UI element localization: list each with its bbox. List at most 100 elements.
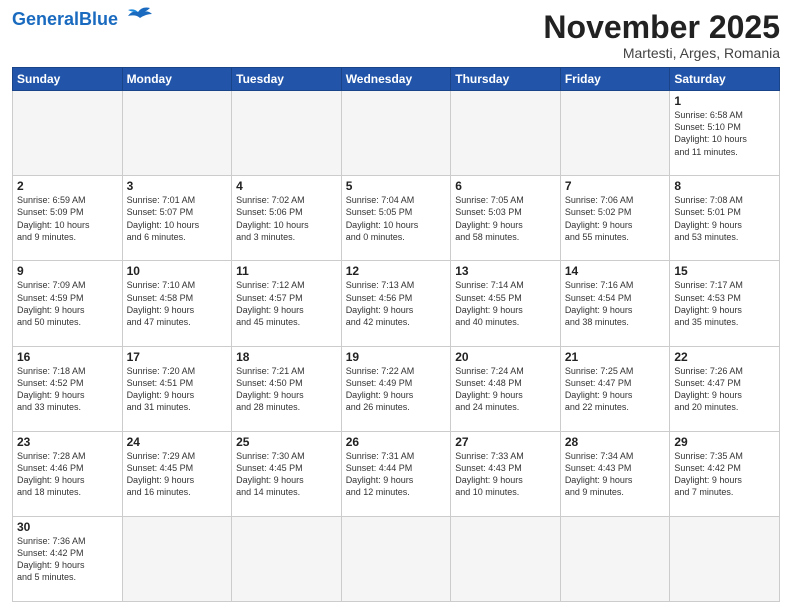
calendar-cell: 1Sunrise: 6:58 AM Sunset: 5:10 PM Daylig… [670,91,780,176]
weekday-header-friday: Friday [560,68,670,91]
calendar-cell [232,516,342,601]
day-number: 1 [674,94,775,108]
day-info: Sunrise: 7:26 AM Sunset: 4:47 PM Dayligh… [674,365,775,414]
calendar-cell: 11Sunrise: 7:12 AM Sunset: 4:57 PM Dayli… [232,261,342,346]
calendar-cell: 17Sunrise: 7:20 AM Sunset: 4:51 PM Dayli… [122,346,232,431]
day-info: Sunrise: 7:30 AM Sunset: 4:45 PM Dayligh… [236,450,337,499]
calendar-cell: 21Sunrise: 7:25 AM Sunset: 4:47 PM Dayli… [560,346,670,431]
title-section: November 2025 Martesti, Arges, Romania [543,10,780,61]
weekday-header-wednesday: Wednesday [341,68,451,91]
calendar-cell: 13Sunrise: 7:14 AM Sunset: 4:55 PM Dayli… [451,261,561,346]
day-info: Sunrise: 7:01 AM Sunset: 5:07 PM Dayligh… [127,194,228,243]
day-number: 20 [455,350,556,364]
calendar-cell: 30Sunrise: 7:36 AM Sunset: 4:42 PM Dayli… [13,516,123,601]
day-number: 2 [17,179,118,193]
calendar-cell: 6Sunrise: 7:05 AM Sunset: 5:03 PM Daylig… [451,176,561,261]
day-info: Sunrise: 7:05 AM Sunset: 5:03 PM Dayligh… [455,194,556,243]
calendar-cell: 16Sunrise: 7:18 AM Sunset: 4:52 PM Dayli… [13,346,123,431]
calendar-cell: 22Sunrise: 7:26 AM Sunset: 4:47 PM Dayli… [670,346,780,431]
calendar-cell: 3Sunrise: 7:01 AM Sunset: 5:07 PM Daylig… [122,176,232,261]
calendar-cell: 29Sunrise: 7:35 AM Sunset: 4:42 PM Dayli… [670,431,780,516]
day-info: Sunrise: 7:12 AM Sunset: 4:57 PM Dayligh… [236,279,337,328]
day-number: 30 [17,520,118,534]
logo: GeneralBlue [12,10,156,28]
day-number: 10 [127,264,228,278]
calendar-cell [122,91,232,176]
calendar-cell: 12Sunrise: 7:13 AM Sunset: 4:56 PM Dayli… [341,261,451,346]
day-info: Sunrise: 7:29 AM Sunset: 4:45 PM Dayligh… [127,450,228,499]
day-info: Sunrise: 7:31 AM Sunset: 4:44 PM Dayligh… [346,450,447,499]
day-info: Sunrise: 7:24 AM Sunset: 4:48 PM Dayligh… [455,365,556,414]
day-number: 18 [236,350,337,364]
day-info: Sunrise: 7:16 AM Sunset: 4:54 PM Dayligh… [565,279,666,328]
calendar-cell: 9Sunrise: 7:09 AM Sunset: 4:59 PM Daylig… [13,261,123,346]
day-info: Sunrise: 7:36 AM Sunset: 4:42 PM Dayligh… [17,535,118,584]
day-info: Sunrise: 7:18 AM Sunset: 4:52 PM Dayligh… [17,365,118,414]
calendar-cell [670,516,780,601]
day-number: 17 [127,350,228,364]
day-info: Sunrise: 7:25 AM Sunset: 4:47 PM Dayligh… [565,365,666,414]
day-number: 4 [236,179,337,193]
day-number: 26 [346,435,447,449]
day-info: Sunrise: 7:10 AM Sunset: 4:58 PM Dayligh… [127,279,228,328]
day-info: Sunrise: 7:13 AM Sunset: 4:56 PM Dayligh… [346,279,447,328]
calendar-cell: 14Sunrise: 7:16 AM Sunset: 4:54 PM Dayli… [560,261,670,346]
weekday-header-sunday: Sunday [13,68,123,91]
calendar-cell: 8Sunrise: 7:08 AM Sunset: 5:01 PM Daylig… [670,176,780,261]
day-info: Sunrise: 7:08 AM Sunset: 5:01 PM Dayligh… [674,194,775,243]
day-number: 13 [455,264,556,278]
day-number: 7 [565,179,666,193]
calendar-week-row: 9Sunrise: 7:09 AM Sunset: 4:59 PM Daylig… [13,261,780,346]
day-number: 3 [127,179,228,193]
calendar-cell: 15Sunrise: 7:17 AM Sunset: 4:53 PM Dayli… [670,261,780,346]
weekday-header-saturday: Saturday [670,68,780,91]
calendar-cell [341,91,451,176]
calendar-cell: 2Sunrise: 6:59 AM Sunset: 5:09 PM Daylig… [13,176,123,261]
calendar-cell [13,91,123,176]
day-number: 24 [127,435,228,449]
location-title: Martesti, Arges, Romania [543,45,780,61]
calendar-cell [560,516,670,601]
logo-text: GeneralBlue [12,10,118,28]
header: GeneralBlue November 2025 Martesti, Arge… [12,10,780,61]
calendar-week-row: 23Sunrise: 7:28 AM Sunset: 4:46 PM Dayli… [13,431,780,516]
day-number: 27 [455,435,556,449]
month-title: November 2025 [543,10,780,45]
calendar-cell [451,91,561,176]
calendar-week-row: 30Sunrise: 7:36 AM Sunset: 4:42 PM Dayli… [13,516,780,601]
logo-general: General [12,9,79,29]
day-number: 9 [17,264,118,278]
calendar-cell: 19Sunrise: 7:22 AM Sunset: 4:49 PM Dayli… [341,346,451,431]
calendar-week-row: 2Sunrise: 6:59 AM Sunset: 5:09 PM Daylig… [13,176,780,261]
calendar-header-row: SundayMondayTuesdayWednesdayThursdayFrid… [13,68,780,91]
day-info: Sunrise: 7:09 AM Sunset: 4:59 PM Dayligh… [17,279,118,328]
calendar-cell: 10Sunrise: 7:10 AM Sunset: 4:58 PM Dayli… [122,261,232,346]
day-info: Sunrise: 7:04 AM Sunset: 5:05 PM Dayligh… [346,194,447,243]
calendar-cell: 18Sunrise: 7:21 AM Sunset: 4:50 PM Dayli… [232,346,342,431]
day-number: 12 [346,264,447,278]
calendar-cell: 20Sunrise: 7:24 AM Sunset: 4:48 PM Dayli… [451,346,561,431]
day-info: Sunrise: 7:14 AM Sunset: 4:55 PM Dayligh… [455,279,556,328]
day-number: 19 [346,350,447,364]
calendar-cell: 24Sunrise: 7:29 AM Sunset: 4:45 PM Dayli… [122,431,232,516]
calendar-cell: 5Sunrise: 7:04 AM Sunset: 5:05 PM Daylig… [341,176,451,261]
day-info: Sunrise: 7:06 AM Sunset: 5:02 PM Dayligh… [565,194,666,243]
day-number: 15 [674,264,775,278]
day-info: Sunrise: 7:35 AM Sunset: 4:42 PM Dayligh… [674,450,775,499]
calendar-cell: 7Sunrise: 7:06 AM Sunset: 5:02 PM Daylig… [560,176,670,261]
day-info: Sunrise: 7:34 AM Sunset: 4:43 PM Dayligh… [565,450,666,499]
day-info: Sunrise: 7:17 AM Sunset: 4:53 PM Dayligh… [674,279,775,328]
day-info: Sunrise: 6:59 AM Sunset: 5:09 PM Dayligh… [17,194,118,243]
weekday-header-tuesday: Tuesday [232,68,342,91]
day-number: 8 [674,179,775,193]
day-number: 29 [674,435,775,449]
day-info: Sunrise: 6:58 AM Sunset: 5:10 PM Dayligh… [674,109,775,158]
calendar-cell: 25Sunrise: 7:30 AM Sunset: 4:45 PM Dayli… [232,431,342,516]
calendar-cell [560,91,670,176]
calendar-week-row: 16Sunrise: 7:18 AM Sunset: 4:52 PM Dayli… [13,346,780,431]
calendar-cell: 4Sunrise: 7:02 AM Sunset: 5:06 PM Daylig… [232,176,342,261]
page: GeneralBlue November 2025 Martesti, Arge… [0,0,792,612]
day-number: 25 [236,435,337,449]
day-number: 28 [565,435,666,449]
day-info: Sunrise: 7:22 AM Sunset: 4:49 PM Dayligh… [346,365,447,414]
